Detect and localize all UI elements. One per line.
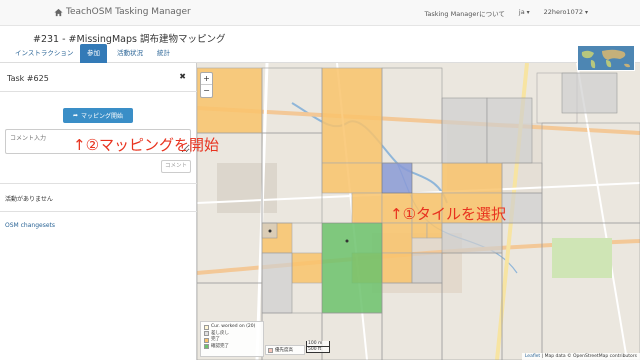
map-legend: Cur. worked on (20) 差し戻し 完了 確認完了 bbox=[200, 321, 264, 357]
task-sidebar: Task #625 ✖ ➦ マッピング開始 コメント 活動がありません OSM … bbox=[0, 63, 197, 360]
comment-button[interactable]: コメント bbox=[161, 160, 191, 173]
world-map-icon bbox=[578, 46, 634, 70]
zoom-control: + − bbox=[200, 72, 213, 98]
divider bbox=[0, 91, 197, 92]
tab-stats[interactable]: 統計 bbox=[150, 44, 177, 63]
tab-activity[interactable]: 活動状況 bbox=[110, 44, 150, 63]
legend-swatch bbox=[204, 324, 209, 330]
zoom-out-button[interactable]: − bbox=[201, 85, 212, 97]
no-activity-text: 活動がありません bbox=[5, 196, 53, 203]
divider bbox=[0, 211, 197, 212]
language-dropdown[interactable]: ja bbox=[519, 8, 530, 18]
osm-changesets-link[interactable]: OSM changesets bbox=[5, 222, 55, 229]
tab-contribute[interactable]: 参加 bbox=[80, 44, 107, 63]
legend-item: 確認完了 bbox=[204, 344, 260, 351]
project-title: #231 - #MissingMaps 調布建物マッピング bbox=[33, 34, 226, 45]
map-attribution: Leaflet | Map data © OpenStreetMap contr… bbox=[521, 353, 640, 360]
legend-swatch bbox=[268, 347, 273, 353]
legend-swatch bbox=[204, 337, 209, 343]
minimap[interactable] bbox=[577, 45, 635, 71]
about-link[interactable]: Tasking Managerについて bbox=[424, 8, 504, 18]
divider bbox=[0, 183, 197, 184]
close-icon[interactable]: ✖ bbox=[179, 72, 186, 81]
attribution-text: | Map data © OpenStreetMap contributors bbox=[540, 354, 637, 359]
start-mapping-button[interactable]: ➦ マッピング開始 bbox=[63, 108, 133, 123]
brand-link[interactable]: TeachOSM Tasking Manager bbox=[54, 7, 191, 17]
legend-swatch bbox=[204, 331, 209, 337]
annotation-start-mapping: ↑②マッピングを開始 bbox=[73, 136, 220, 154]
start-mapping-label: マッピング開始 bbox=[81, 113, 124, 120]
tab-instructions[interactable]: インストラクション bbox=[8, 44, 80, 63]
legend-swatch bbox=[204, 344, 209, 350]
zoom-in-button[interactable]: + bbox=[201, 73, 212, 85]
scale-bar: 100 m 500 ft bbox=[306, 341, 330, 353]
brand-label: TeachOSM Tasking Manager bbox=[66, 7, 191, 17]
home-icon bbox=[54, 8, 63, 16]
share-arrow-icon: ➦ bbox=[72, 112, 78, 119]
user-dropdown[interactable]: 22hero1072 bbox=[544, 8, 588, 18]
task-title: Task #625 bbox=[7, 74, 49, 83]
tab-bar: インストラクション 参加 活動状況 統計 bbox=[0, 44, 640, 63]
scale-imperial: 500 ft bbox=[306, 347, 330, 353]
leaflet-link[interactable]: Leaflet bbox=[525, 354, 540, 359]
priority-label: 優先度高 bbox=[275, 348, 293, 353]
annotation-select-tile: ↑①タイルを選択 bbox=[390, 205, 507, 223]
priority-legend: 優先度高 bbox=[265, 345, 305, 355]
top-navbar: TeachOSM Tasking Manager Tasking Manager… bbox=[0, 0, 640, 26]
